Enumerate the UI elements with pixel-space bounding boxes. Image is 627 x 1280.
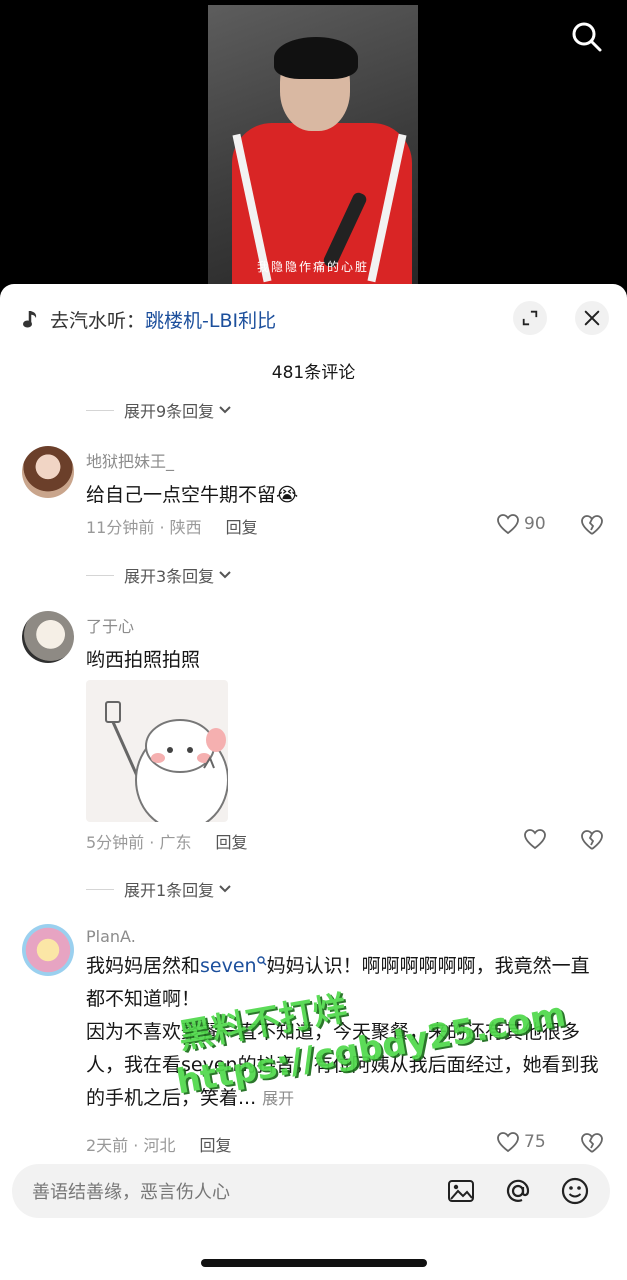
like-button[interactable]: 90 (496, 513, 546, 535)
expand-replies-label: 展开1条回复 (124, 881, 215, 900)
comment-input[interactable] (30, 1164, 414, 1220)
video-hair (274, 37, 358, 79)
search-button[interactable] (568, 18, 606, 56)
expand-replies[interactable]: 展开3条回复 (86, 563, 232, 587)
like-count: 75 (524, 1132, 546, 1152)
comments-sheet: 去汽水听： 跳楼机-LBI利比 481条评论 展开9条回复 地狱把妹王_ 给自己… (0, 284, 627, 1280)
video-player[interactable]: 我隐隐作痛的心脏 (208, 5, 418, 285)
divider-line (86, 888, 114, 890)
music-link[interactable]: 去汽水听： 跳楼机-LBI利比 (22, 304, 276, 334)
like-count: 90 (524, 514, 546, 534)
selfie-bear-sticker (105, 701, 228, 822)
broken-heart-icon[interactable] (580, 829, 604, 851)
broken-heart-icon[interactable] (580, 1132, 604, 1154)
reply-button[interactable]: 回复 (226, 514, 258, 538)
comment-username[interactable]: 地狱把妹王_ (86, 448, 174, 472)
close-button[interactable] (575, 301, 609, 335)
image-icon[interactable] (446, 1176, 476, 1206)
heart-icon (497, 1132, 519, 1153)
expand-replies[interactable]: 展开1条回复 (86, 877, 232, 901)
comment-username[interactable]: 了于心 (86, 613, 134, 637)
comment-time-location: 2天前 · 河北 (86, 1136, 176, 1155)
music-title[interactable]: 跳楼机-LBI利比 (145, 306, 276, 333)
reply-button[interactable]: 回复 (215, 829, 247, 853)
search-icon (572, 22, 602, 52)
divider-line (86, 409, 114, 411)
comment-time-location: 11分钟前 · 陕西 (86, 518, 202, 537)
comment-meta: 5分钟前 · 广东 回复 (86, 829, 247, 853)
expand-replies[interactable]: 展开9条回复 (86, 398, 232, 422)
avatar[interactable] (22, 611, 74, 663)
sticker-image[interactable] (86, 680, 228, 822)
like-button[interactable]: 75 (496, 1131, 546, 1153)
close-icon (584, 310, 600, 326)
comment-text: 给自己一点空牛期不留😭 (86, 484, 299, 506)
comment-text-part: 我妈妈居然和 (86, 955, 201, 977)
divider-line (86, 574, 114, 576)
comment-username[interactable]: PlanA. (86, 927, 136, 946)
comment-count-title: 481条评论 (271, 363, 356, 383)
expand-icon (522, 310, 538, 326)
expand-replies-label: 展开3条回复 (124, 567, 215, 586)
heart-icon (497, 514, 519, 535)
video-subtitle: 我隐隐作痛的心脏 (256, 260, 369, 274)
mention-link[interactable]: seven (200, 955, 257, 977)
expand-replies-label: 展开9条回复 (124, 402, 215, 421)
emoji-icon[interactable] (560, 1176, 590, 1206)
like-button[interactable] (523, 828, 551, 850)
music-prefix: 去汽水听： (50, 309, 146, 332)
chevron-down-icon (219, 885, 231, 893)
chevron-down-icon (219, 571, 231, 579)
music-note-icon (23, 311, 37, 328)
reply-button[interactable]: 回复 (199, 1132, 231, 1156)
comment-input-bar[interactable] (12, 1164, 610, 1220)
video-area[interactable]: 我隐隐作痛的心脏 (0, 0, 627, 300)
comment-time-location: 5分钟前 · 广东 (86, 833, 192, 852)
avatar[interactable] (22, 924, 74, 976)
comment-text: 哟西拍照拍照 (86, 649, 201, 671)
comment-meta: 11分钟前 · 陕西 回复 (86, 514, 258, 538)
search-icon (256, 956, 267, 966)
comment-meta: 2天前 · 河北 回复 (86, 1132, 231, 1156)
avatar[interactable] (22, 446, 74, 498)
expand-button[interactable] (513, 301, 547, 335)
heart-icon (524, 829, 546, 850)
expand-text-link[interactable]: 展开 (262, 1089, 294, 1108)
home-indicator[interactable] (201, 1259, 427, 1267)
chevron-down-icon (219, 406, 231, 414)
broken-heart-icon[interactable] (580, 514, 604, 536)
at-icon[interactable] (503, 1176, 533, 1206)
